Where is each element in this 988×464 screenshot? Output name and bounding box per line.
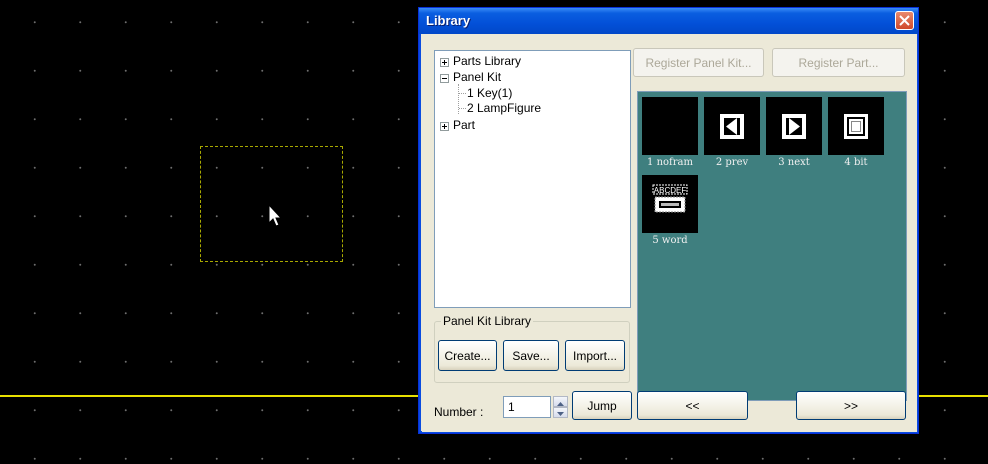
- expand-icon[interactable]: [440, 122, 449, 131]
- tree-item-part[interactable]: Part: [453, 118, 475, 132]
- tree-item-panel-kit[interactable]: Panel Kit: [453, 70, 501, 84]
- part-label: 4 bit: [844, 157, 868, 168]
- close-icon: [899, 15, 910, 26]
- parts-grid[interactable]: 1 nofram 2 prev 3 next 4 bit ABCDEF 5 wo…: [637, 91, 907, 401]
- next-page-button[interactable]: >>: [796, 391, 906, 420]
- library-tree[interactable]: Parts Library Panel Kit 1 Key(1) 2 LampF…: [434, 50, 631, 308]
- part-item[interactable]: 2 prev: [703, 97, 761, 168]
- import-button[interactable]: Import...: [565, 340, 625, 371]
- library-dialog: Library Parts Library Panel Kit 1 Key(1)…: [418, 7, 919, 434]
- title-bar[interactable]: Library: [419, 8, 918, 34]
- tree-item-lampfigure[interactable]: 2 LampFigure: [467, 101, 541, 115]
- jump-button[interactable]: Jump: [572, 391, 632, 420]
- register-panel-kit-button[interactable]: Register Panel Kit...: [633, 48, 764, 77]
- panel-kit-library-group: Panel Kit Library Create... Save... Impo…: [434, 314, 630, 383]
- register-part-button[interactable]: Register Part...: [772, 48, 905, 77]
- dialog-title: Library: [426, 13, 471, 28]
- number-input[interactable]: [503, 396, 551, 418]
- prev-page-button[interactable]: <<: [637, 391, 748, 420]
- part-label: 5 word: [652, 235, 688, 246]
- blank-frame-icon: [642, 97, 698, 155]
- mouse-cursor-icon: [268, 204, 283, 227]
- prev-arrow-icon: [704, 97, 760, 155]
- close-button[interactable]: [895, 11, 914, 30]
- tree-connector: [458, 84, 459, 114]
- tree-item-parts-library[interactable]: Parts Library: [453, 54, 521, 68]
- next-arrow-icon: [766, 97, 822, 155]
- tree-item-key[interactable]: 1 Key(1): [467, 86, 512, 100]
- part-item[interactable]: ABCDEF 5 word: [641, 175, 699, 246]
- collapse-icon[interactable]: [440, 74, 449, 83]
- word-thumb-text: ABCDEF: [654, 186, 687, 195]
- create-button[interactable]: Create...: [438, 340, 497, 371]
- part-item[interactable]: 4 bit: [827, 97, 885, 168]
- tree-connector: [459, 108, 466, 109]
- part-item[interactable]: 1 nofram: [641, 97, 699, 168]
- bit-square-icon: [828, 97, 884, 155]
- dialog-client-area: Parts Library Panel Kit 1 Key(1) 2 LampF…: [422, 34, 917, 432]
- part-label: 3 next: [778, 157, 810, 168]
- word-display-icon: ABCDEF: [642, 175, 698, 233]
- part-label: 2 prev: [715, 157, 749, 168]
- spin-up-icon[interactable]: [553, 396, 568, 407]
- part-label: 1 nofram: [647, 157, 693, 168]
- number-label: Number :: [434, 405, 484, 419]
- save-button[interactable]: Save...: [503, 340, 559, 371]
- spin-down-icon[interactable]: [553, 407, 568, 418]
- expand-icon[interactable]: [440, 58, 449, 67]
- part-item[interactable]: 3 next: [765, 97, 823, 168]
- group-legend: Panel Kit Library: [441, 314, 534, 328]
- tree-connector: [459, 93, 466, 94]
- number-spinner[interactable]: [553, 396, 568, 418]
